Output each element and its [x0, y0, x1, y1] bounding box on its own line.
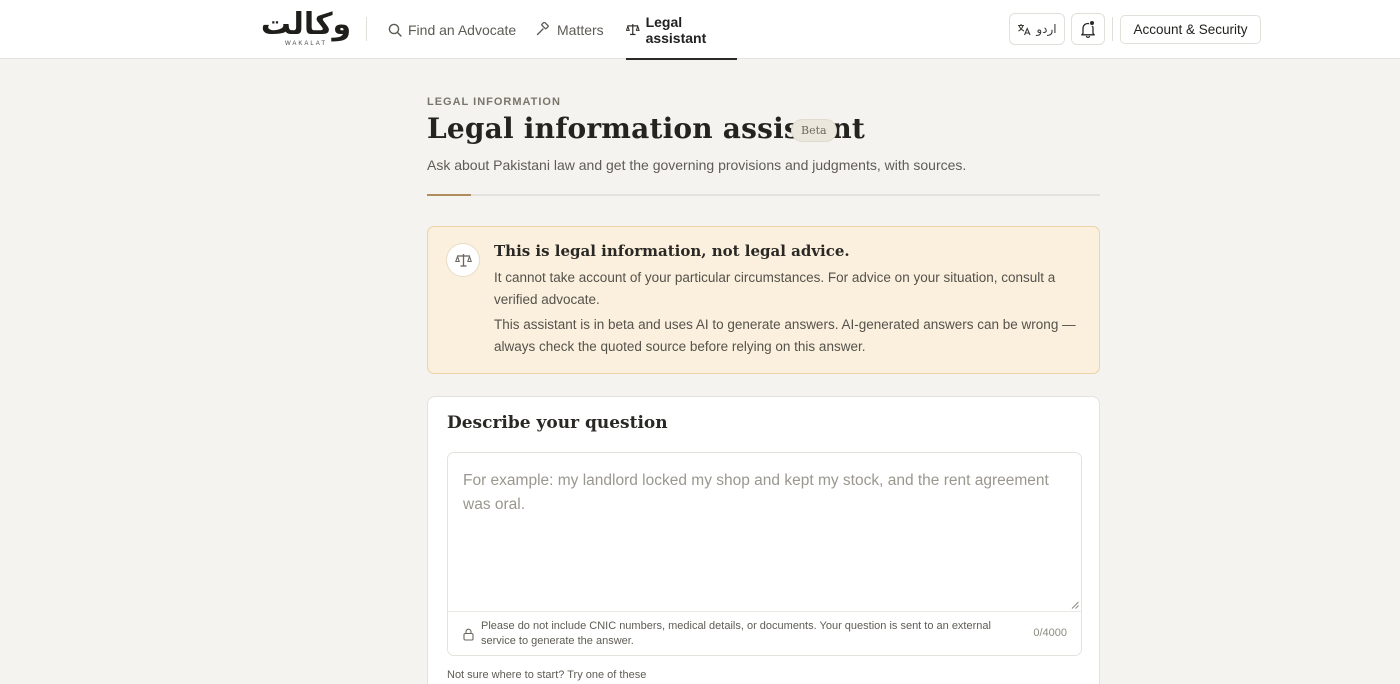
- section-divider: [427, 194, 1100, 196]
- logo-mark: وکالت: [260, 7, 352, 42]
- example-prompts-hint: Not sure where to start? Try one of thes…: [447, 669, 647, 681]
- page-subtitle: Ask about Pakistani law and get the gove…: [427, 157, 967, 173]
- gavel-icon: [536, 22, 549, 36]
- logo-subtext: WAKALAT: [284, 41, 327, 47]
- account-security-button[interactable]: Account & Security: [1120, 15, 1261, 44]
- nav-divider: [366, 17, 367, 41]
- notice-title: This is legal information, not legal adv…: [494, 242, 850, 260]
- notice-paragraph-circumstances: It cannot take account of your particula…: [494, 270, 1056, 307]
- question-card-title: Describe your question: [447, 413, 668, 433]
- language-toggle-button[interactable]: اردو: [1009, 13, 1065, 45]
- nav-matters-label: Matters: [557, 21, 604, 38]
- legal-disclaimer-notice: This is legal information, not legal adv…: [427, 226, 1100, 374]
- nav-legal-assistant[interactable]: Legal assistant: [626, 0, 737, 60]
- search-icon: [388, 23, 402, 37]
- lock-icon: [463, 628, 474, 641]
- notice-paragraph-beta: This assistant is in beta and uses AI to…: [494, 317, 1076, 354]
- language-label: اردو: [1036, 22, 1057, 36]
- brand-logo[interactable]: وکالت WAKALAT: [261, 8, 351, 48]
- top-nav-bar: وکالت WAKALAT Find an Advocate Matters L…: [0, 0, 1400, 60]
- privacy-note: Please do not include CNIC numbers, medi…: [481, 620, 991, 647]
- notification-dot: [1089, 20, 1095, 26]
- character-count: 0/4000: [1033, 627, 1067, 639]
- question-input-footer: Please do not include CNIC numbers, medi…: [448, 611, 1081, 655]
- page-eyebrow: LEGAL INFORMATION: [427, 96, 561, 108]
- scales-icon: [446, 243, 480, 277]
- scales-icon: [626, 24, 640, 36]
- nav-legal-assistant-label: Legal assistant: [645, 13, 707, 46]
- beta-badge: Beta: [791, 119, 837, 142]
- resize-handle-icon[interactable]: [1071, 601, 1079, 609]
- nav-matters[interactable]: Matters: [536, 0, 604, 59]
- notifications-button[interactable]: [1071, 13, 1105, 45]
- question-input-wrapper: Please do not include CNIC numbers, medi…: [447, 452, 1082, 656]
- question-textarea[interactable]: [448, 453, 1081, 611]
- nav-find-advocate[interactable]: Find an Advocate: [388, 0, 516, 59]
- header-divider: [1112, 17, 1113, 41]
- nav-find-advocate-label: Find an Advocate: [408, 21, 517, 38]
- section-divider-accent: [427, 194, 471, 196]
- question-card: Describe your question Please do not inc…: [427, 396, 1100, 684]
- translate-icon: [1018, 23, 1031, 35]
